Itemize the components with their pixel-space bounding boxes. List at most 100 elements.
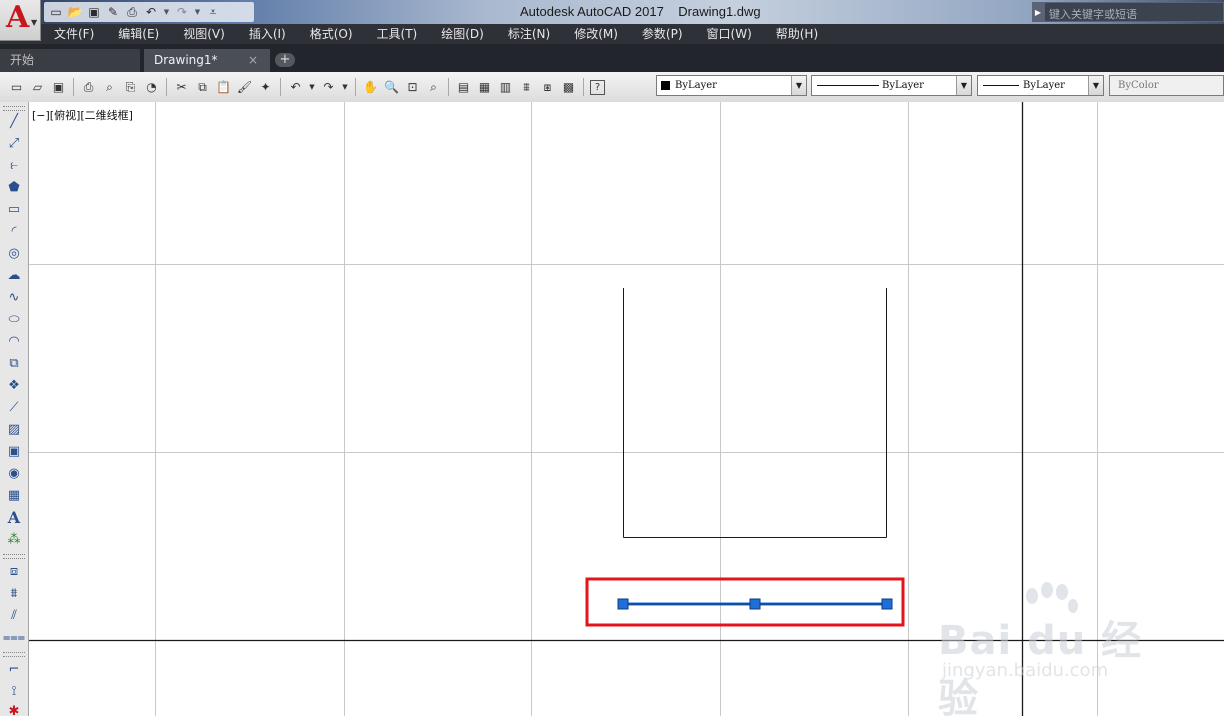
application-menu-button[interactable]: A ▼: [0, 0, 41, 41]
menu-window[interactable]: 窗口(W): [695, 24, 764, 44]
copy-icon[interactable]: ⧉: [194, 79, 211, 96]
file-tab-bar: 开始 Drawing1* ×: [0, 44, 1224, 72]
rectangle-icon[interactable]: ▭: [5, 200, 23, 218]
menu-dimension[interactable]: 标注(N): [496, 24, 562, 44]
undo-dropdown-icon[interactable]: ▼: [308, 79, 316, 96]
redo-icon[interactable]: ↷: [320, 79, 337, 96]
plot-icon[interactable]: ⎙: [124, 4, 140, 20]
plot-icon[interactable]: ⎙: [80, 79, 97, 96]
insert-block-icon[interactable]: ⧉: [5, 354, 23, 372]
palette-grip[interactable]: [3, 554, 25, 559]
menu-format[interactable]: 格式(O): [298, 24, 365, 44]
save-icon[interactable]: ▣: [86, 4, 102, 20]
3d-print-icon[interactable]: ◔: [143, 79, 160, 96]
tab-start[interactable]: 开始: [0, 49, 140, 72]
construction-line-icon[interactable]: ⤢: [5, 134, 23, 152]
region-icon[interactable]: ◉: [5, 464, 23, 482]
chevron-down-icon[interactable]: ▼: [1088, 76, 1103, 95]
menu-bar: 文件(F) 编辑(E) 视图(V) 插入(I) 格式(O) 工具(T) 绘图(D…: [0, 24, 1224, 44]
search-expand-icon[interactable]: ▶: [1032, 2, 1044, 22]
add-selected-icon[interactable]: ⁂: [5, 530, 23, 548]
plot-preview-icon[interactable]: ⌕: [101, 79, 118, 96]
menu-file[interactable]: 文件(F): [42, 24, 106, 44]
make-block-icon[interactable]: ❖: [5, 376, 23, 394]
offset-icon[interactable]: ⩶: [3, 628, 25, 646]
block-editor-icon[interactable]: ✦: [257, 79, 274, 96]
zoom-realtime-icon[interactable]: 🔍: [383, 79, 400, 96]
multiline-text-icon[interactable]: A: [5, 508, 23, 527]
chevron-down-icon[interactable]: ▼: [791, 76, 806, 95]
hatch-icon[interactable]: ▨: [5, 420, 23, 438]
lineweight-control[interactable]: ByLayer ▼: [977, 75, 1104, 96]
lineweight-sample: [983, 85, 1019, 86]
customize-icon[interactable]: ⩡: [205, 4, 221, 20]
pan-icon[interactable]: ✋: [362, 79, 379, 96]
undo-icon[interactable]: ↶: [287, 79, 304, 96]
save-icon[interactable]: ▣: [50, 79, 67, 96]
ellipse-icon[interactable]: ⬭: [5, 310, 23, 328]
close-icon[interactable]: ×: [248, 49, 258, 71]
properties-icon[interactable]: ▤: [455, 79, 472, 96]
menu-modify[interactable]: 修改(M): [562, 24, 630, 44]
open-icon[interactable]: 📂: [67, 4, 83, 20]
arc-icon[interactable]: ◜: [5, 222, 23, 240]
chevron-down-icon: ▼: [31, 18, 38, 27]
calculator-icon[interactable]: ▩: [560, 79, 577, 96]
menu-parametric[interactable]: 参数(P): [630, 24, 695, 44]
zoom-window-icon[interactable]: ⊡: [404, 79, 421, 96]
viewport-controls[interactable]: [−][俯视][二维线框]: [32, 107, 133, 123]
menu-edit[interactable]: 编辑(E): [106, 24, 171, 44]
toolbar-separator: [355, 78, 356, 96]
sheet-set-icon[interactable]: ⩩: [518, 79, 535, 96]
line-tool-icon[interactable]: ╱: [5, 112, 23, 130]
saveas-icon[interactable]: ✎: [105, 4, 121, 20]
menu-view[interactable]: 视图(V): [171, 24, 237, 44]
help-icon[interactable]: ?: [590, 79, 605, 95]
fillet-icon[interactable]: ⌐: [5, 660, 23, 678]
menu-draw[interactable]: 绘图(D): [429, 24, 496, 44]
circle-icon[interactable]: ◎: [5, 244, 23, 262]
search-input[interactable]: 键入关键字或短语: [1044, 2, 1224, 22]
menu-help[interactable]: 帮助(H): [764, 24, 830, 44]
erase-icon[interactable]: ⧈: [5, 562, 23, 580]
cut-icon[interactable]: ✂: [173, 79, 190, 96]
new-icon[interactable]: ▭: [48, 4, 64, 20]
menu-tools[interactable]: 工具(T): [365, 24, 430, 44]
undo-icon[interactable]: ↶: [143, 4, 159, 20]
zoom-previous-icon[interactable]: ⌕: [425, 79, 442, 96]
linetype-control[interactable]: ByLayer ▼: [811, 75, 972, 96]
gradient-icon[interactable]: ▣: [5, 442, 23, 460]
undo-dropdown-icon[interactable]: ▼: [162, 4, 171, 20]
palette-grip[interactable]: [3, 652, 25, 657]
toolbar-separator: [166, 78, 167, 96]
markup-icon[interactable]: ⧆: [539, 79, 556, 96]
explode-icon[interactable]: ✱: [5, 702, 23, 720]
redo-dropdown-icon[interactable]: ▼: [193, 4, 202, 20]
table-icon[interactable]: ▦: [5, 486, 23, 504]
menu-insert[interactable]: 插入(I): [237, 24, 298, 44]
redo-icon[interactable]: ↷: [174, 4, 190, 20]
new-tab-button[interactable]: +: [275, 53, 295, 67]
chevron-down-icon[interactable]: ▼: [956, 76, 971, 95]
mirror-icon[interactable]: ⫽: [5, 606, 23, 624]
spline-icon[interactable]: ∿: [5, 288, 23, 306]
open-icon[interactable]: ▱: [29, 79, 46, 96]
color-control[interactable]: ByLayer ▼: [656, 75, 807, 96]
ellipse-arc-icon[interactable]: ◠: [5, 332, 23, 350]
polyline-icon[interactable]: ⥼: [5, 156, 23, 174]
match-properties-icon[interactable]: 🖌: [236, 79, 253, 96]
revision-cloud-icon[interactable]: ☁: [5, 266, 23, 284]
palette-grip[interactable]: [3, 106, 25, 111]
point-icon[interactable]: ⟋: [5, 398, 23, 416]
design-center-icon[interactable]: ▦: [476, 79, 493, 96]
polygon-icon[interactable]: ⬟: [5, 178, 23, 196]
publish-icon[interactable]: ⎘: [122, 79, 139, 96]
redo-dropdown-icon[interactable]: ▼: [341, 79, 349, 96]
chamfer-icon[interactable]: ⟟: [5, 682, 23, 700]
paste-icon[interactable]: 📋: [215, 79, 232, 96]
tool-palettes-icon[interactable]: ▥: [497, 79, 514, 96]
tab-drawing1[interactable]: Drawing1* ×: [144, 49, 270, 72]
copy-object-icon[interactable]: ⩩: [5, 584, 23, 602]
new-icon[interactable]: ▭: [8, 79, 25, 96]
plotstyle-control[interactable]: ByColor: [1109, 75, 1224, 96]
